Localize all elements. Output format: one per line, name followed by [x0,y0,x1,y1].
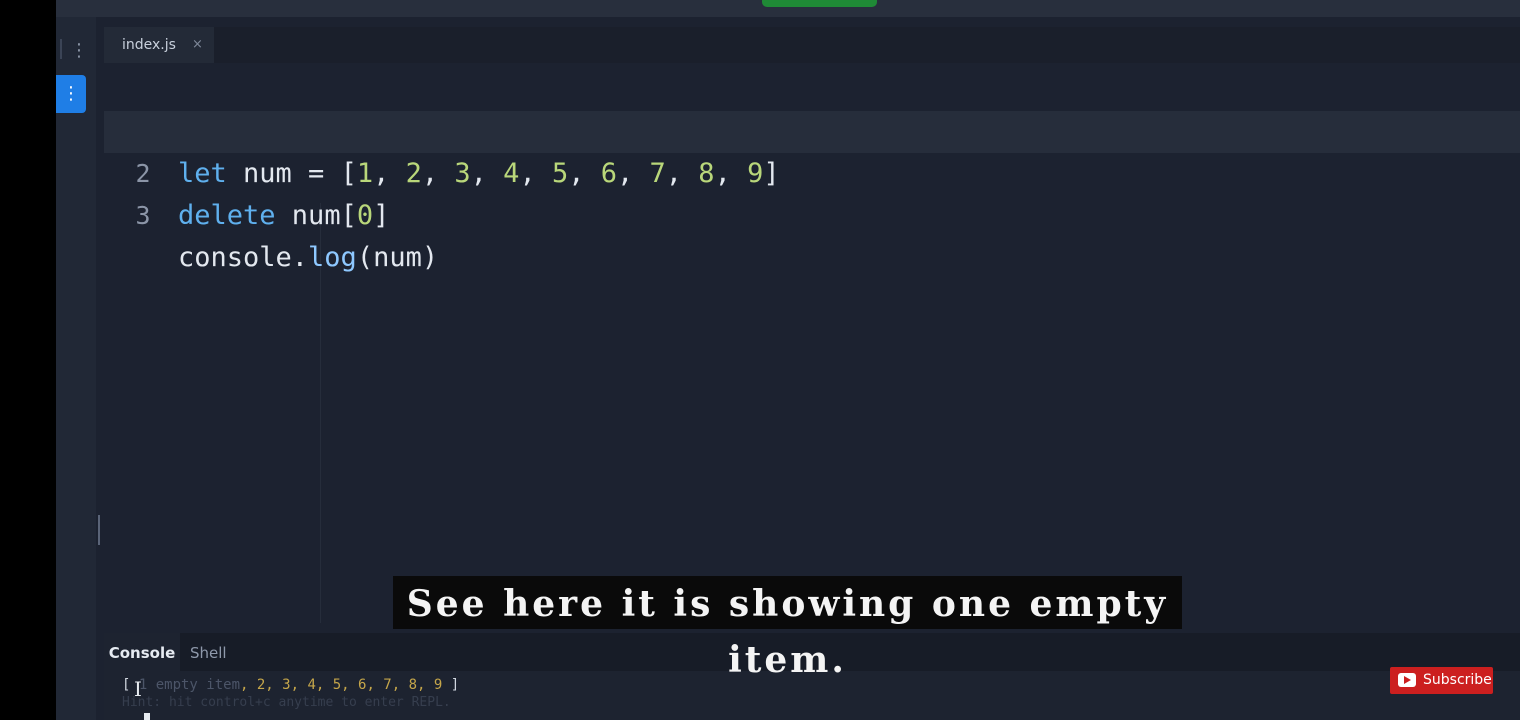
panel-resize-handle[interactable] [98,515,100,545]
code-text: delete num[0] [178,200,390,231]
sidebar: ⋮ ⋮ [56,17,96,720]
console-output: [ 1 empty item, 2, 3, 4, 5, 6, 7, 8, 9 ] [122,677,460,693]
youtube-play-icon [1398,673,1416,687]
text-cursor-icon: I [134,677,142,701]
kebab-menu-icon[interactable]: ⋮ [70,42,88,60]
close-icon[interactable]: × [192,27,203,63]
tab-console[interactable]: Console [104,633,180,671]
subscribe-label: Subscribe [1423,672,1492,688]
code-editor[interactable]: 1 let num = [1, 2, 3, 4, 5, 6, 7, 8, 9] … [104,63,1520,623]
line-number: 3 [135,201,151,230]
console-hint: Hint: hit control+c anytime to enter REP… [122,695,451,710]
run-button[interactable] [762,0,877,7]
file-tab-index-js[interactable]: index.js × [104,27,214,63]
sidebar-divider [60,39,62,59]
editor-tab-bar: index.js × [104,27,1520,63]
file-tab-label: index.js [122,37,176,53]
tab-shell[interactable]: Shell [190,633,240,671]
code-line: 1 let num = [1, 2, 3, 4, 5, 6, 7, 8, 9] [104,69,1520,189]
top-bar [56,0,1520,17]
video-caption: See here it is showing one empty item. [393,576,1182,681]
code-text: console.log(num) [178,242,439,273]
code-line-active: 2 delete num[0] [104,111,1520,231]
prompt-cursor [144,713,150,720]
code-line: 3 console.log(num) [104,153,1520,273]
subscribe-button[interactable]: Subscribe [1390,667,1493,694]
sidebar-active-menu-button[interactable]: ⋮ [56,75,86,113]
